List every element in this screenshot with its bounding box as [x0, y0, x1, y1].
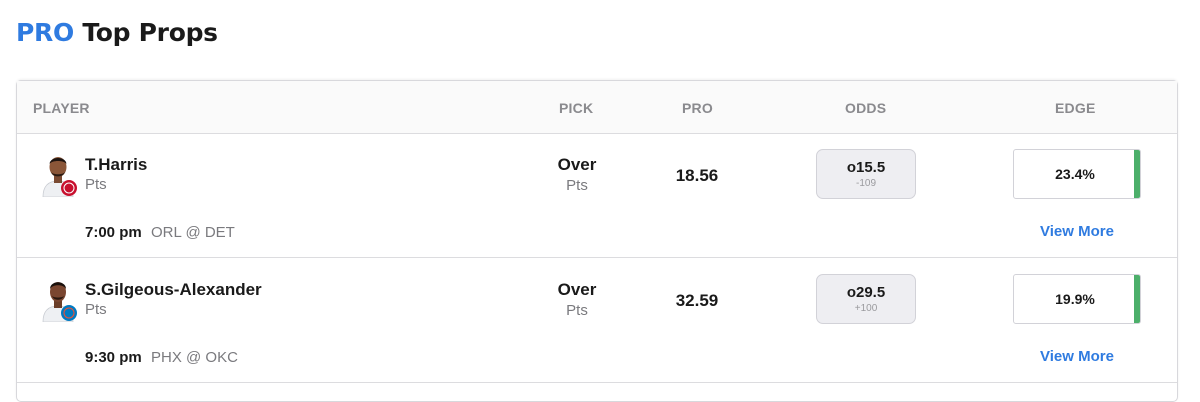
table-header: PLAYER PICK PRO ODDS EDGE: [17, 81, 1177, 134]
pro-projection: 18.56: [675, 166, 719, 185]
player-avatar: [35, 276, 81, 323]
edge-value: 19.9%: [1055, 291, 1095, 307]
view-more-link[interactable]: View More: [1027, 348, 1127, 365]
game-time: 9:30 pm: [85, 349, 142, 366]
column-header-pro: PRO: [682, 100, 713, 116]
player-name[interactable]: T.Harris: [85, 155, 147, 175]
game-matchup: ORL @ DET: [151, 224, 235, 241]
pro-projection: 32.59: [675, 291, 719, 310]
odds-price: -109: [855, 178, 876, 189]
column-header-pick: PICK: [559, 100, 594, 116]
edge-value: 23.4%: [1055, 166, 1095, 182]
edge-badge: 23.4%: [1013, 149, 1141, 199]
title-text: Top Props: [82, 18, 218, 47]
odds-button[interactable]: o29.5 +100: [816, 274, 916, 324]
player-stat: Pts: [85, 176, 107, 193]
table-row: S.Gilgeous-Alexander Pts 9:30 pm PHX @ O…: [17, 258, 1177, 383]
column-header-player: PLAYER: [33, 100, 90, 116]
game-time: 7:00 pm: [85, 224, 142, 241]
pick-direction: Over: [557, 280, 597, 299]
edge-indicator-bar: [1134, 150, 1140, 198]
player-avatar: [35, 151, 81, 198]
pick-direction: Over: [557, 155, 597, 174]
player-stat: Pts: [85, 301, 107, 318]
props-table: PLAYER PICK PRO ODDS EDGE T.Harris Pts 7…: [16, 80, 1178, 402]
odds-line: o29.5: [846, 284, 886, 301]
player-name[interactable]: S.Gilgeous-Alexander: [85, 280, 262, 300]
column-header-edge: EDGE: [1055, 100, 1096, 116]
edge-indicator-bar: [1134, 275, 1140, 323]
pro-label: PRO: [16, 18, 74, 47]
page-title: PRO Top Props: [16, 18, 218, 47]
edge-badge: 19.9%: [1013, 274, 1141, 324]
view-more-link[interactable]: View More: [1027, 223, 1127, 240]
table-row: T.Harris Pts 7:00 pm ORL @ DET Over Pts …: [17, 133, 1177, 258]
column-header-odds: ODDS: [845, 100, 887, 116]
odds-button[interactable]: o15.5 -109: [816, 149, 916, 199]
odds-line: o15.5: [846, 159, 886, 176]
pick-stat: Pts: [566, 177, 588, 194]
game-matchup: PHX @ OKC: [151, 349, 238, 366]
pick-stat: Pts: [566, 302, 588, 319]
odds-price: +100: [854, 303, 878, 314]
